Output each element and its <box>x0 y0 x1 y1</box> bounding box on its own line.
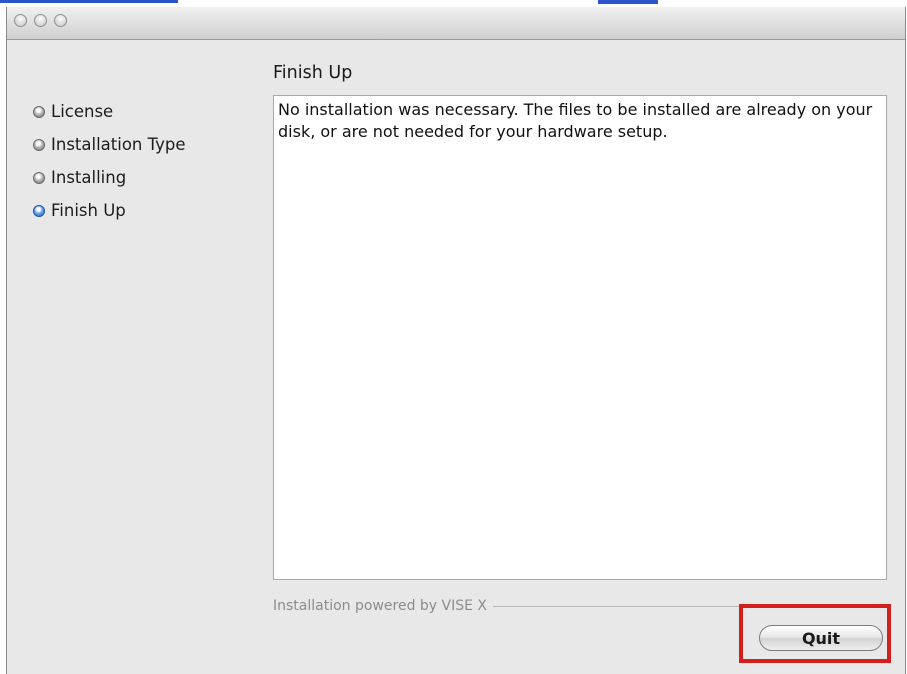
window-content: License Installation Type Installing Fin… <box>7 40 905 674</box>
minimize-button[interactable] <box>34 14 47 27</box>
installer-window: License Installation Type Installing Fin… <box>6 7 906 674</box>
cropped-link-underline-2 <box>598 0 658 4</box>
bullet-icon <box>33 171 45 184</box>
close-button[interactable] <box>14 14 27 27</box>
powered-by-label: Installation powered by VISE X <box>273 598 488 614</box>
message-panel: No installation was necessary. The files… <box>273 95 887 580</box>
bullet-icon <box>33 105 45 118</box>
step-installing: Installing <box>33 161 186 194</box>
title-bar <box>7 7 905 40</box>
step-label: Installation Type <box>51 135 186 154</box>
step-list: License Installation Type Installing Fin… <box>33 95 186 227</box>
cropped-link-underline <box>0 0 178 3</box>
step-label: Installing <box>51 168 127 187</box>
bullet-icon <box>33 138 45 151</box>
red-highlight-box <box>739 604 891 663</box>
step-label: License <box>51 102 114 121</box>
step-label: Finish Up <box>51 201 126 220</box>
message-text: No installation was necessary. The files… <box>278 100 873 141</box>
step-finish-up: Finish Up <box>33 194 186 227</box>
page-title: Finish Up <box>273 63 353 83</box>
step-license: License <box>33 95 186 128</box>
step-installation-type: Installation Type <box>33 128 186 161</box>
active-bullet-icon <box>33 204 45 217</box>
zoom-button[interactable] <box>54 14 67 27</box>
